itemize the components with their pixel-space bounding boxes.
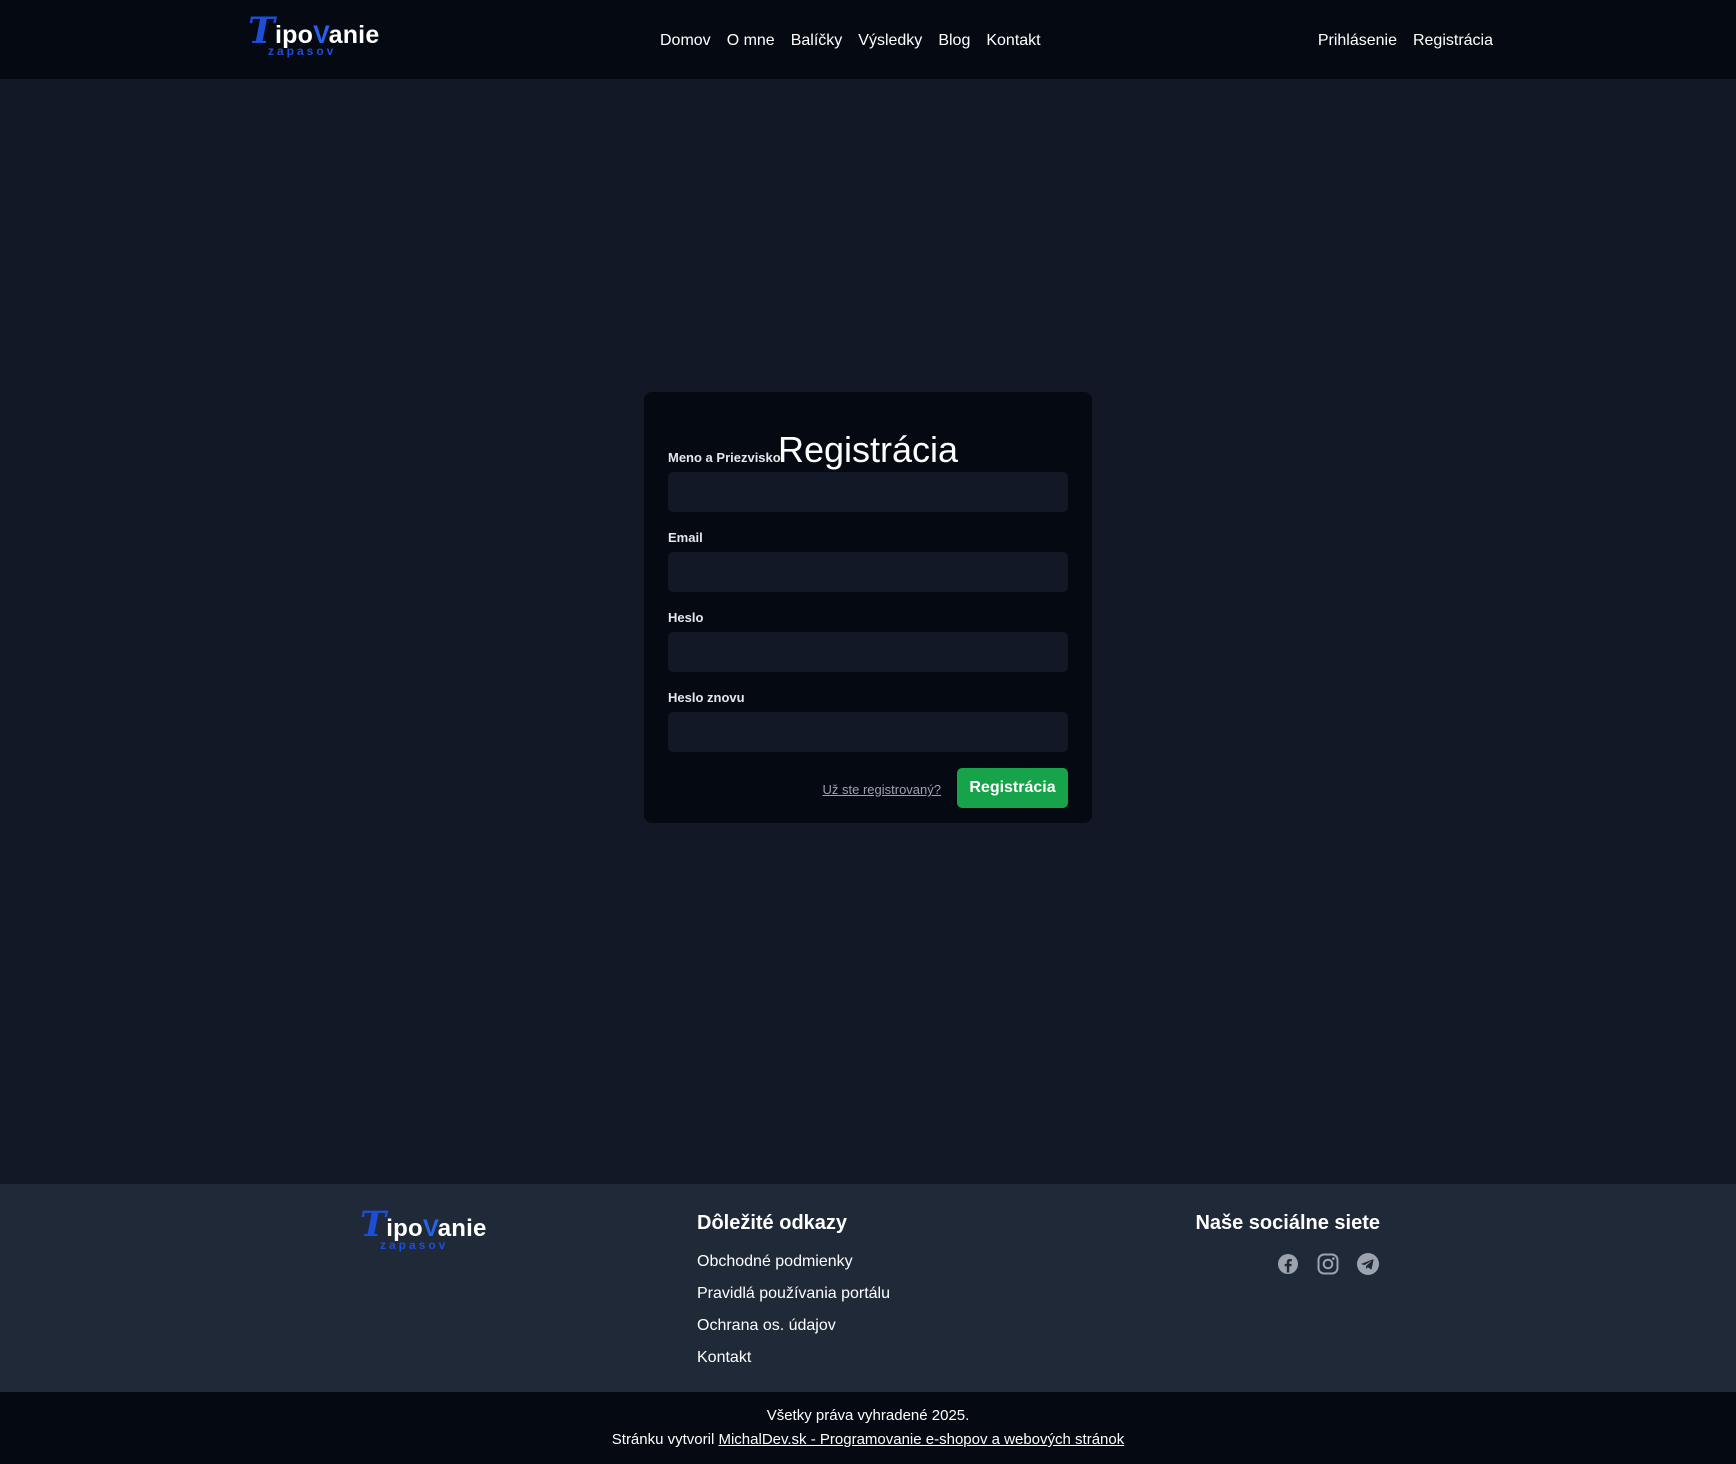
credit-text: Stránku vytvoril MichalDev.sk - Programo…	[0, 1430, 1736, 1450]
telegram-icon[interactable]	[1356, 1252, 1380, 1276]
instagram-icon[interactable]	[1316, 1252, 1340, 1276]
auth-nav: Prihlásenie Registrácia	[1318, 27, 1493, 55]
list-item: Kontakt	[697, 1348, 890, 1380]
login-link[interactable]: Prihlásenie	[1318, 32, 1397, 50]
password-confirm-label: Heslo znovu	[668, 690, 745, 705]
facebook-icon[interactable]	[1276, 1252, 1300, 1276]
important-links-heading: Dôležité odkazy	[697, 1212, 848, 1234]
footer-link-privacy[interactable]: Ochrana os. údajov	[697, 1317, 836, 1334]
email-field[interactable]	[668, 552, 1068, 592]
bottom-bar: Všetky práva vyhradené 2025. Stránku vyt…	[0, 1392, 1736, 1464]
footer-logo[interactable]: TipoVanie zapasov	[360, 1207, 500, 1254]
password-confirm-field[interactable]	[668, 712, 1068, 752]
name-label: Meno a Priezvisko	[668, 450, 781, 465]
logo-subtitle: zapasov	[380, 1238, 449, 1252]
list-item: Pravidlá používania portálu	[697, 1284, 890, 1316]
footer-link-contact[interactable]: Kontakt	[697, 1349, 751, 1366]
already-registered-link[interactable]: Už ste registrovaný?	[823, 782, 942, 797]
nav-link-domov[interactable]: Domov	[660, 32, 711, 50]
password-label: Heslo	[668, 610, 704, 625]
main-nav: Domov O mne Balíčky Výsledky Blog Kontak…	[660, 27, 1041, 55]
registration-card: Registrácia Meno a Priezvisko Email Hesl…	[644, 392, 1092, 823]
footer-link-rules[interactable]: Pravidlá používania portálu	[697, 1285, 890, 1302]
social-icons	[1276, 1252, 1380, 1276]
credit-prefix: Stránku vytvoril	[611, 1431, 715, 1448]
footer-link-terms[interactable]: Obchodné podmienky	[697, 1253, 853, 1270]
list-item: Obchodné podmienky	[697, 1252, 890, 1284]
register-link[interactable]: Registrácia	[1413, 32, 1493, 50]
footer-links-list: Obchodné podmienky Pravidlá používania p…	[697, 1252, 890, 1380]
social-heading: Naše sociálne siete	[1195, 1212, 1380, 1234]
list-item: Ochrana os. údajov	[697, 1316, 890, 1348]
logo-subtitle: zapasov	[268, 44, 337, 58]
register-submit-button[interactable]: Registrácia	[957, 768, 1068, 808]
header-logo[interactable]: TipoVanie zapasov	[248, 13, 388, 60]
nav-link-blog[interactable]: Blog	[938, 32, 970, 50]
copyright-text: Všetky práva vyhradené 2025.	[766, 1407, 970, 1424]
password-field[interactable]	[668, 632, 1068, 672]
credit-link[interactable]: MichalDev.sk - Programovanie e-shopov a …	[718, 1431, 1124, 1448]
site-footer: TipoVanie zapasov Dôležité odkazy Obchod…	[0, 1184, 1736, 1392]
name-field[interactable]	[668, 472, 1068, 512]
email-label: Email	[668, 530, 703, 545]
nav-link-o-mne[interactable]: O mne	[727, 32, 775, 50]
nav-link-balicky[interactable]: Balíčky	[791, 32, 843, 50]
site-header: TipoVanie zapasov Domov O mne Balíčky Vý…	[0, 0, 1736, 79]
nav-link-kontakt[interactable]: Kontakt	[986, 32, 1040, 50]
nav-link-vysledky[interactable]: Výsledky	[858, 32, 922, 50]
